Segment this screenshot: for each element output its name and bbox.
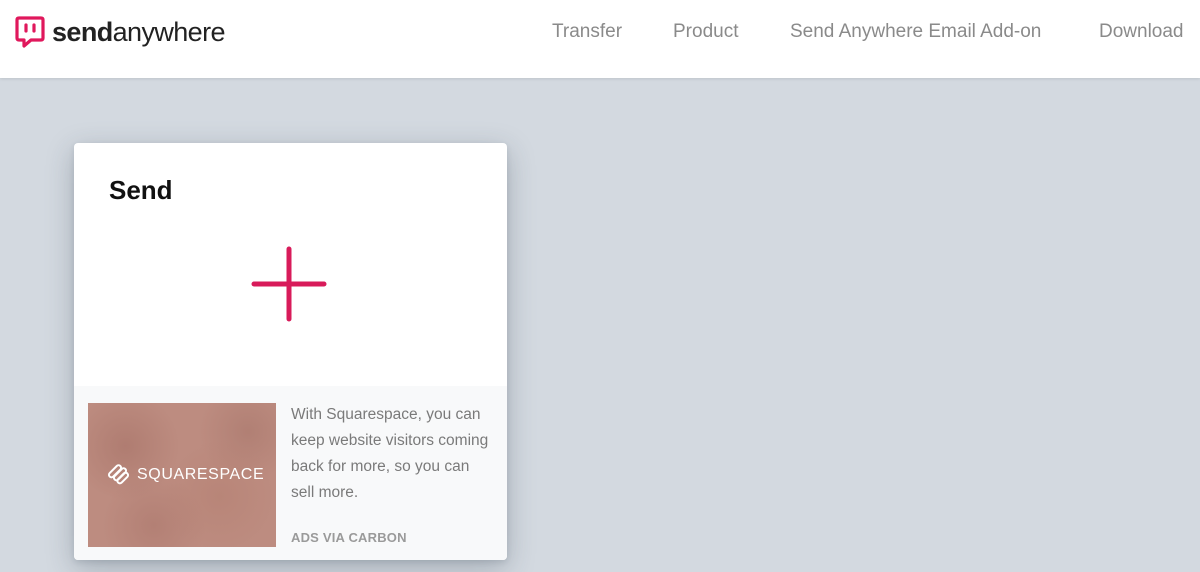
ad-text[interactable]: With Squarespace, you can keep website v… [291,402,496,506]
send-card: Send SQUARESPACE With Squarespace, you c… [74,143,507,560]
sendanywhere-logo-icon [15,16,45,48]
logo-text-send: send [52,16,113,47]
squarespace-logo: SQUARESPACE [107,464,264,486]
logo-text-anywhere: anywhere [112,16,226,47]
carbon-ad: SQUARESPACE With Squarespace, you can ke… [74,386,507,560]
sendanywhere-logo[interactable]: sendanywhere [15,14,226,50]
top-header: sendanywhere Transfer Product Send Anywh… [0,0,1200,78]
plus-icon [251,246,327,322]
ad-image[interactable]: SQUARESPACE [88,403,276,547]
nav-email-addon[interactable]: Send Anywhere Email Add-on [790,21,1041,43]
nav-download[interactable]: Download [1099,21,1184,43]
logo-wordmark: sendanywhere [52,16,226,47]
nav-transfer[interactable]: Transfer [552,21,622,43]
squarespace-wordmark: SQUARESPACE [137,466,265,483]
squarespace-logo-icon [107,464,130,485]
ads-via-carbon-link[interactable]: ADS VIA CARBON [291,530,407,546]
nav-product[interactable]: Product [673,21,738,43]
add-files-button[interactable] [248,243,330,325]
send-card-title: Send [109,175,173,205]
